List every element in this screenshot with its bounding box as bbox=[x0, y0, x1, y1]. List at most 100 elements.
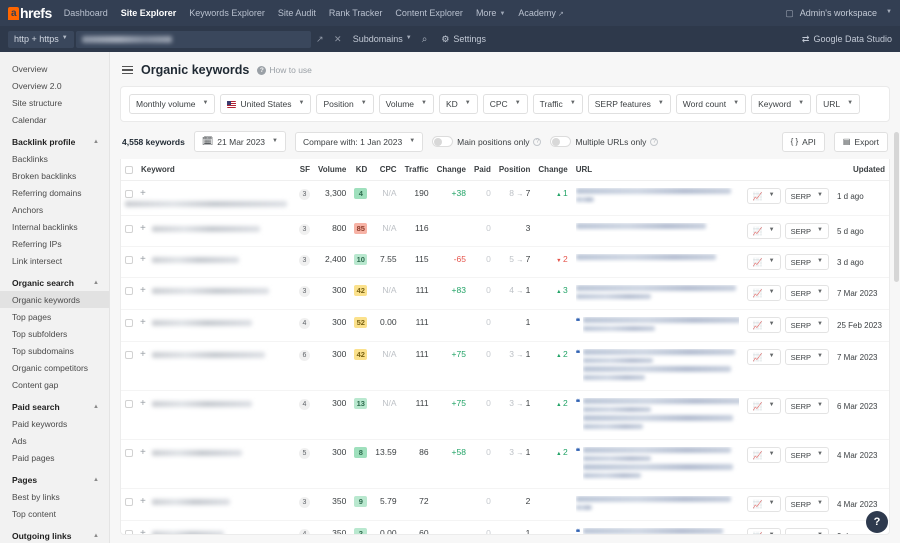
sidebar-item-anchors[interactable]: Anchors bbox=[0, 201, 109, 218]
sidebar-item-backlinks[interactable]: Backlinks bbox=[0, 150, 109, 167]
row-checkbox[interactable] bbox=[125, 350, 133, 359]
nav-academy[interactable]: Academy ↗ bbox=[518, 8, 563, 18]
sidebar-item-best-by-links[interactable]: Best by links bbox=[0, 488, 109, 505]
sparkline-button[interactable]: 📈▼ bbox=[746, 398, 781, 414]
serp-button[interactable]: SERP ▼ bbox=[784, 317, 829, 333]
expand-row-icon[interactable]: + bbox=[140, 254, 146, 265]
nav-site-audit[interactable]: Site Audit bbox=[278, 8, 316, 18]
multiple-urls-only-toggle[interactable] bbox=[550, 136, 572, 147]
url-text[interactable] bbox=[583, 366, 732, 372]
filter-traffic[interactable]: Traffic ▼ bbox=[532, 94, 583, 114]
info-icon[interactable]: ? bbox=[650, 137, 659, 146]
expand-row-icon[interactable]: + bbox=[140, 223, 146, 234]
compare-date-picker[interactable]: Compare with: 1 Jan 2023 ▼ bbox=[294, 131, 424, 152]
sidebar-item-site-structure[interactable]: Site structure bbox=[0, 94, 109, 111]
sidebar-item-overview[interactable]: Overview bbox=[0, 60, 109, 77]
url-text[interactable] bbox=[575, 196, 594, 202]
sparkline-button[interactable]: 📈▼ bbox=[746, 349, 781, 365]
filter-url[interactable]: URL ▼ bbox=[816, 94, 861, 114]
sparkline-button[interactable]: 📈▼ bbox=[746, 528, 781, 534]
hamburger-icon[interactable] bbox=[122, 65, 133, 75]
url-text[interactable] bbox=[575, 504, 592, 510]
google-data-studio-button[interactable]: ⇄ Google Data Studio bbox=[802, 34, 892, 45]
url-text[interactable] bbox=[583, 406, 652, 412]
sidebar-item-content-gap[interactable]: Content gap bbox=[0, 376, 109, 393]
serp-button[interactable]: SERP ▼ bbox=[784, 528, 829, 534]
expand-row-icon[interactable]: + bbox=[140, 398, 146, 409]
filter-cpc[interactable]: CPC ▼ bbox=[482, 94, 528, 114]
ahrefs-logo[interactable]: a hrefs bbox=[8, 5, 52, 21]
table-row[interactable]: +3 800 85 N/A 116 0 3 📈 ▼ SERP ▼ 5 d ago bbox=[121, 215, 889, 247]
url-text[interactable] bbox=[583, 464, 734, 470]
select-all-checkbox[interactable] bbox=[125, 165, 133, 174]
expand-row-icon[interactable]: + bbox=[140, 349, 146, 360]
sparkline-button[interactable]: 📈▼ bbox=[746, 254, 781, 270]
table-row[interactable]: +330042N/A111+8304 → 13📈▼SERP▼7 Mar 2023 bbox=[121, 277, 889, 310]
column-header-url-10[interactable]: URL bbox=[571, 159, 743, 181]
serp-button[interactable]: SERP ▼ bbox=[784, 254, 829, 270]
serp-button[interactable]: SERP ▼ bbox=[784, 349, 829, 365]
sidebar-group-backlink-profile[interactable]: Backlink profile ▲ bbox=[0, 128, 109, 150]
url-text[interactable] bbox=[575, 285, 736, 291]
serp-button[interactable]: SERP ▼ bbox=[784, 398, 829, 414]
protocol-selector[interactable]: http + https ▼ bbox=[8, 30, 74, 48]
row-checkbox[interactable] bbox=[125, 224, 133, 233]
sidebar-group-paid-search[interactable]: Paid search ▲ bbox=[0, 393, 109, 415]
sidebar-item-top-content[interactable]: Top content bbox=[0, 505, 109, 522]
how-to-use-link[interactable]: ? How to use bbox=[257, 65, 312, 75]
sidebar-item-broken-backlinks[interactable]: Broken backlinks bbox=[0, 167, 109, 184]
sidebar-group-outgoing-links[interactable]: Outgoing links ▲ bbox=[0, 522, 109, 543]
row-checkbox[interactable] bbox=[125, 189, 133, 198]
url-text[interactable] bbox=[583, 317, 739, 323]
target-url-input[interactable] bbox=[75, 30, 311, 48]
serp-button[interactable]: SERP ▼ bbox=[784, 285, 829, 301]
row-checkbox[interactable] bbox=[125, 318, 133, 327]
table-row[interactable]: +32,400107.55115-6505 → 72📈▼SERP▼3 d ago bbox=[121, 246, 889, 278]
sidebar-item-overview-2-0[interactable]: Overview 2.0 bbox=[0, 77, 109, 94]
sparkline-button[interactable]: 📈▼ bbox=[746, 496, 781, 512]
column-header-updated-11[interactable]: Updated bbox=[742, 159, 889, 181]
sidebar-item-organic-competitors[interactable]: Organic competitors bbox=[0, 359, 109, 376]
sidebar-item-internal-backlinks[interactable]: Internal backlinks bbox=[0, 218, 109, 235]
nav-keywords-explorer[interactable]: Keywords Explorer bbox=[189, 8, 265, 18]
table-row[interactable]: +430013N/A111+7503 → 12❝📈▼SERP▼6 Mar 202… bbox=[121, 390, 889, 440]
filter-kd[interactable]: KD ▼ bbox=[438, 94, 478, 114]
export-button[interactable]: ▤ Export bbox=[833, 131, 888, 152]
table-row[interactable]: +630042N/A111+7503 → 12❝📈▼SERP▼7 Mar 202… bbox=[121, 341, 889, 391]
url-text[interactable] bbox=[583, 374, 646, 380]
row-checkbox[interactable] bbox=[125, 399, 133, 408]
filter-keyword[interactable]: Keyword ▼ bbox=[751, 94, 812, 114]
scope-selector[interactable]: Subdomains ▼ bbox=[353, 34, 412, 44]
filter-monthly-volume[interactable]: Monthly volume ▼ bbox=[129, 94, 216, 114]
nav-rank-tracker[interactable]: Rank Tracker bbox=[329, 8, 383, 18]
chevron-up-icon[interactable]: ▲ bbox=[93, 533, 99, 539]
column-header-paid-7[interactable]: Paid bbox=[469, 159, 495, 181]
column-header-sf-1[interactable]: SF bbox=[294, 159, 314, 181]
url-text[interactable] bbox=[583, 447, 732, 453]
url-text[interactable] bbox=[583, 528, 724, 534]
expand-row-icon[interactable]: + bbox=[140, 188, 146, 199]
sidebar-item-top-pages[interactable]: Top pages bbox=[0, 308, 109, 325]
serp-button[interactable]: SERP ▼ bbox=[784, 447, 829, 463]
column-header-volume-2[interactable]: Volume bbox=[313, 159, 351, 181]
serp-button[interactable]: SERP ▼ bbox=[784, 188, 829, 204]
url-text[interactable] bbox=[575, 293, 651, 299]
sidebar-item-paid-keywords[interactable]: Paid keywords bbox=[0, 415, 109, 432]
url-text[interactable] bbox=[583, 423, 644, 429]
info-icon[interactable]: ? bbox=[533, 137, 542, 146]
filter-position[interactable]: Position ▼ bbox=[316, 94, 374, 114]
column-header-position-8[interactable]: Position bbox=[494, 159, 535, 181]
url-text[interactable] bbox=[583, 349, 736, 355]
column-header-kd-3[interactable]: KD bbox=[350, 159, 372, 181]
url-text[interactable] bbox=[583, 415, 734, 421]
url-text[interactable] bbox=[583, 325, 656, 331]
nav-site-explorer[interactable]: Site Explorer bbox=[121, 8, 177, 18]
sidebar-item-calendar[interactable]: Calendar bbox=[0, 111, 109, 128]
expand-row-icon[interactable]: + bbox=[140, 496, 146, 507]
url-text[interactable] bbox=[575, 254, 716, 260]
column-header-change-6[interactable]: Change bbox=[432, 159, 470, 181]
workspace-selector[interactable]: ▢ Admin's workspace ▼ bbox=[785, 8, 892, 19]
sidebar-item-organic-keywords[interactable]: Organic keywords bbox=[0, 291, 109, 308]
row-checkbox[interactable] bbox=[125, 286, 133, 295]
open-external-icon[interactable]: ↗ bbox=[311, 34, 329, 45]
